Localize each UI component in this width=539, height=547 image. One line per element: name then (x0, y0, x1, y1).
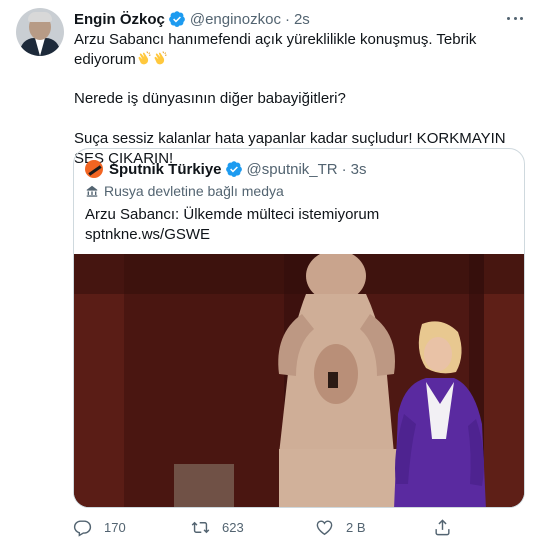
avatar[interactable] (16, 8, 64, 56)
reply-button[interactable]: 170 (73, 512, 126, 542)
verified-badge-icon (168, 11, 185, 27)
reply-icon (73, 519, 92, 537)
quoted-header: Sputnik Türkiye @sputnik_TR · 3s (85, 160, 366, 178)
more-icon[interactable] (505, 10, 525, 26)
state-media-icon (86, 185, 98, 197)
state-media-text: Rusya devletine bağlı medya (104, 183, 284, 199)
like-button[interactable]: 2 B (315, 512, 366, 542)
like-icon (316, 519, 333, 535)
quoted-avatar[interactable] (85, 160, 103, 178)
quoted-author-handle[interactable]: @sputnik_TR (247, 161, 338, 178)
tweet-line-1: Arzu Sabancı hanımefendi açık yüreklilik… (74, 31, 477, 68)
tweet-header: Engin Özkoç @enginozkoc · 2s (74, 9, 310, 29)
retweet-count: 623 (222, 519, 244, 535)
avatar-hair (28, 12, 52, 22)
tweet[interactable]: Engin Özkoç @enginozkoc · 2s Arzu Sabanc… (0, 0, 539, 547)
retweet-icon (191, 521, 210, 533)
like-count: 2 B (346, 519, 366, 535)
tweet-actions: 170 623 2 B (71, 512, 531, 542)
verified-badge-icon (225, 161, 242, 177)
clapping-hands-icon (154, 51, 167, 65)
author-name[interactable]: Engin Özkoç (74, 11, 165, 28)
tweet-line-2: Nerede iş dünyasının diğer babayiğitleri… (74, 90, 346, 107)
quoted-tweet[interactable]: Sputnik Türkiye @sputnik_TR · 3s Rusya d… (73, 148, 525, 508)
quoted-separator: · (341, 160, 347, 178)
quoted-timestamp[interactable]: 3s (351, 161, 367, 178)
retweet-button[interactable]: 623 (191, 512, 244, 542)
reply-count: 170 (104, 519, 126, 535)
share-button[interactable] (433, 512, 452, 542)
media-photo (74, 254, 524, 507)
author-handle[interactable]: @enginozkoc (190, 11, 281, 28)
quoted-media-image[interactable] (74, 254, 524, 507)
header-separator: · (284, 10, 290, 28)
quoted-author-name[interactable]: Sputnik Türkiye (109, 161, 222, 178)
quoted-link[interactable]: sptnkne.ws/GSWE (85, 225, 379, 245)
tweet-timestamp[interactable]: 2s (294, 11, 310, 28)
share-icon (435, 518, 450, 535)
clapping-hands-icon (138, 51, 151, 65)
quoted-headline: Arzu Sabancı: Ülkemde mülteci istemiyoru… (85, 206, 380, 223)
quoted-text: Arzu Sabancı: Ülkemde mülteci istemiyoru… (85, 205, 379, 245)
state-media-label[interactable]: Rusya devletine bağlı medya (85, 182, 284, 200)
